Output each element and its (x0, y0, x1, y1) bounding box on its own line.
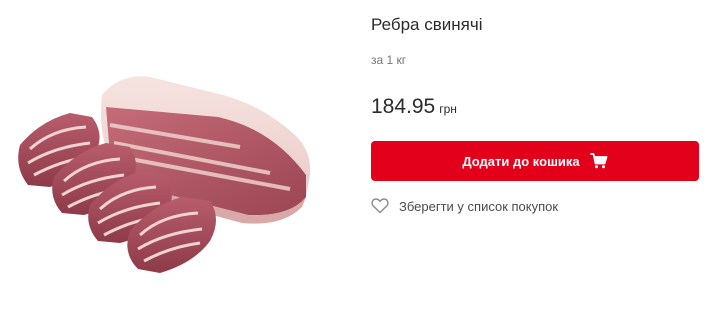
heart-icon (371, 198, 389, 214)
price-value: 184.95 (371, 95, 436, 118)
add-to-cart-label: Додати до кошика (462, 153, 580, 169)
product-price: 184.95 грн (371, 95, 457, 119)
product-card: Ребра свинячі за 1 кг 184.95 грн Додати д… (0, 0, 722, 318)
price-currency: грн (439, 102, 457, 116)
product-image[interactable] (10, 55, 330, 295)
cart-icon (589, 153, 608, 169)
product-title: Ребра свинячі (371, 15, 483, 34)
add-to-cart-button[interactable]: Додати до кошика (371, 141, 699, 181)
save-to-list-label: Зберегти у список покупок (399, 198, 559, 214)
save-to-list-link[interactable]: Зберегти у список покупок (371, 198, 558, 214)
product-unit: за 1 кг (371, 53, 407, 67)
